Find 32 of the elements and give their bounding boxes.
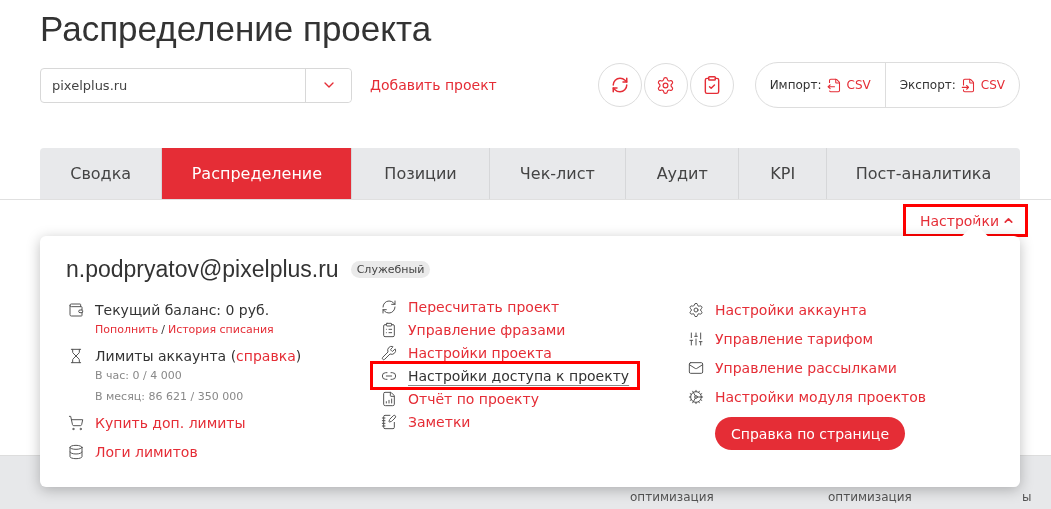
menu-link[interactable]: Управление рассылками <box>715 359 897 376</box>
menu-link[interactable]: Управление фразами <box>408 321 566 338</box>
page-help-button[interactable]: Справка по странице <box>715 417 905 450</box>
menu-link[interactable]: Отчёт по проекту <box>408 390 539 407</box>
role-badge: Служебный <box>350 261 431 278</box>
page-title: Распределение проекта <box>40 8 433 50</box>
limit-text: В час: 0 / 4 000 <box>95 369 182 382</box>
limit-text: В месяц: 86 621 / 350 000 <box>95 390 244 403</box>
top-up-link[interactable]: Пополнить <box>95 323 159 336</box>
tab[interactable]: Сводка <box>40 148 162 199</box>
column-header: ы <box>1022 490 1032 504</box>
import-button[interactable]: Импорт: CSV <box>755 63 885 107</box>
limits-label: Лимиты аккаунта (справка) <box>95 347 302 364</box>
add-project-link[interactable]: Добавить проект <box>370 77 497 93</box>
export-button[interactable]: Экспорт: CSV <box>884 63 1019 107</box>
column-header: оптимизация <box>630 490 714 504</box>
menu-link[interactable]: Пересчитать проект <box>408 298 560 315</box>
menu-link[interactable]: Настройки аккаунта <box>715 301 867 318</box>
column-header: оптимизация <box>828 490 912 504</box>
project-select[interactable]: pixelplus.ru <box>40 67 352 103</box>
history-link[interactable]: История списания <box>167 323 274 336</box>
menu-link[interactable]: Настройки модуля проектов <box>715 388 927 405</box>
menu-link[interactable]: Управление тарифом <box>715 330 874 347</box>
separator-text: / <box>161 323 165 336</box>
tab[interactable]: Распределение <box>161 148 352 199</box>
menu-link[interactable]: Логи лимитов <box>95 443 198 460</box>
balance-text: Текущий баланс: 0 руб. <box>95 301 270 318</box>
menu-link[interactable]: Настройки проекта <box>408 344 552 361</box>
help-link[interactable]: справка <box>236 347 296 364</box>
menu-link[interactable]: Купить доп. лимиты <box>95 414 246 431</box>
account-email: n.podpryatov@pixelplus.ru <box>66 256 339 283</box>
menu-link[interactable]: Заметки <box>408 413 471 430</box>
